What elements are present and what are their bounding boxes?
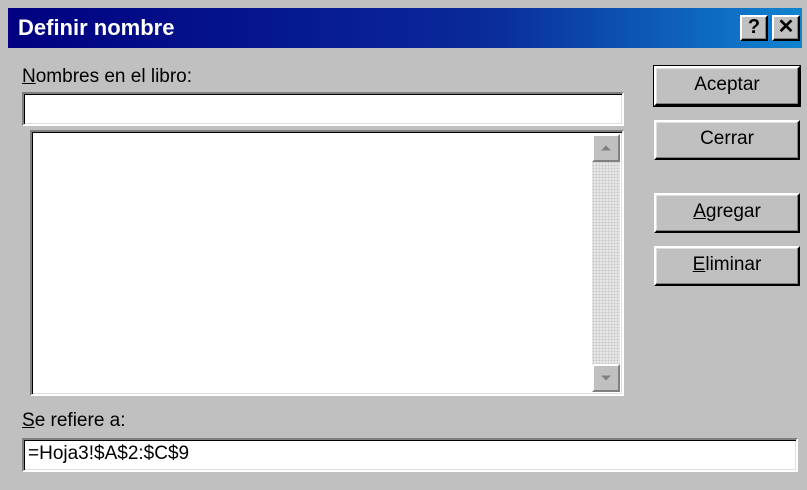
close-icon[interactable]: ✕ [772,15,800,41]
names-list-scrollbar[interactable] [592,134,620,392]
arrow-up-glyph [601,145,611,151]
dialog-title: Definir nombre [18,15,175,40]
close-button[interactable]: Cerrar [654,120,800,160]
add-mnemonic: A [693,201,706,222]
names-label-text: ombres en el libro: [35,66,193,87]
help-icon[interactable]: ? [740,15,768,41]
add-label-text: gregar [705,201,761,222]
accept-button[interactable]: Aceptar [653,65,801,107]
refers-to-label: Se refiere a: [22,410,126,432]
names-in-workbook-label: Nombres en el libro: [22,66,192,88]
scroll-up-arrow-icon[interactable] [592,134,620,162]
refers-label-mnemonic: S [22,410,35,431]
delete-mnemonic: E [692,254,706,275]
scroll-down-arrow-icon[interactable] [592,364,620,392]
arrow-down-glyph [601,375,611,381]
refers-label-text: e refiere a: [34,410,126,431]
add-button[interactable]: Agregar [654,193,800,233]
name-input[interactable] [22,92,624,126]
title-bar[interactable]: Definir nombre ? ✕ [8,8,802,48]
names-list[interactable] [30,130,624,396]
define-name-dialog: Definir nombre ? ✕ Nombres en el libro: … [0,0,807,490]
delete-button[interactable]: Eliminar [654,246,800,286]
delete-label-text: liminar [705,254,762,275]
refers-to-input[interactable]: =Hoja3!$A$2:$C$9 [22,438,798,472]
names-label-mnemonic: N [22,66,36,87]
